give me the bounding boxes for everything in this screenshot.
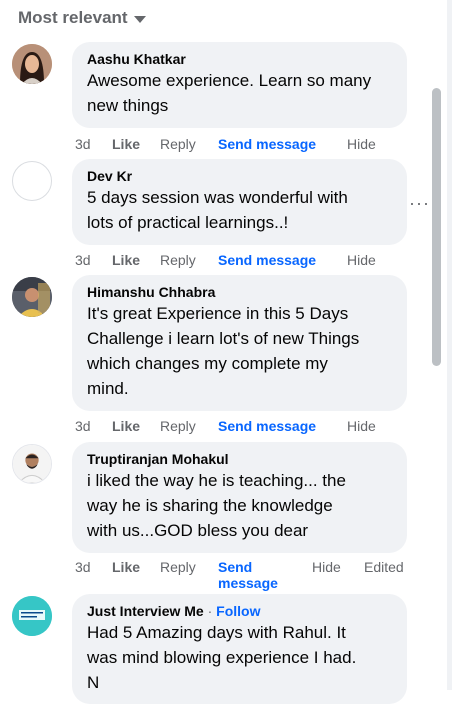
avatar[interactable] (12, 161, 52, 201)
reply-button[interactable]: Reply (160, 418, 196, 434)
like-button[interactable]: Like (112, 136, 140, 152)
edited-label: Edited (364, 559, 404, 575)
scrollbar-thumb[interactable] (432, 88, 441, 366)
like-button[interactable]: Like (112, 559, 140, 575)
hide-button[interactable]: Hide (347, 136, 376, 152)
comment-text-line: It's great Experience in this 5 Days (87, 304, 349, 323)
comment-text-line: Awesome experience. Learn so many (87, 71, 372, 90)
send-label-line: Send (218, 559, 253, 575)
comment-text-line: which changes my complete my (87, 354, 328, 373)
scroll-track (447, 0, 452, 690)
reply-button[interactable]: Reply (160, 559, 196, 575)
profile-photo-icon (12, 277, 52, 317)
hide-button[interactable]: Hide (347, 252, 376, 268)
reply-button[interactable]: Reply (160, 136, 196, 152)
avatar[interactable] (12, 596, 52, 636)
comment-text-line: way he is sharing the knowledge (87, 496, 333, 515)
like-button[interactable]: Like (112, 418, 140, 434)
commenter-name[interactable]: Truptiranjan Mohakul (87, 450, 393, 468)
more-options-icon[interactable]: ··· (409, 193, 430, 214)
commenter-name[interactable]: Just Interview Me (87, 603, 204, 619)
comment-bubble: Truptiranjan Mohakul i liked the way he … (72, 442, 407, 553)
avatar[interactable] (12, 444, 52, 484)
commenter-name[interactable]: Dev Kr (87, 167, 393, 185)
profile-photo-icon (12, 596, 52, 636)
send-message-button[interactable]: Send message (218, 136, 316, 152)
comment-text-line: N (87, 673, 100, 692)
commenter-name-row: Just Interview Me · Follow (87, 602, 393, 620)
send-message-button[interactable]: Send message (218, 252, 316, 268)
chevron-down-icon (133, 15, 146, 23)
comment-text-line: new things (87, 96, 169, 115)
timestamp[interactable]: 3d (75, 252, 91, 268)
sort-dropdown[interactable]: Most relevant (18, 8, 146, 28)
send-message-button[interactable]: Send message (218, 418, 316, 434)
commenter-name[interactable]: Himanshu Chhabra (87, 283, 393, 301)
comment-bubble: Dev Kr 5 days session was wonderful with… (72, 159, 407, 245)
separator-dot: · (207, 603, 213, 619)
profile-photo-icon (12, 44, 52, 84)
like-button[interactable]: Like (112, 252, 140, 268)
avatar[interactable] (12, 277, 52, 317)
timestamp[interactable]: 3d (75, 559, 91, 575)
comment-text-line: was mind blowing experience I had. (87, 648, 357, 667)
avatar[interactable] (12, 44, 52, 84)
commenter-name[interactable]: Aashu Khatkar (87, 50, 393, 68)
hide-button[interactable]: Hide (312, 559, 341, 575)
comment-bubble: Just Interview Me · Follow Had 5 Amazing… (72, 594, 407, 704)
profile-photo-icon (13, 445, 51, 483)
timestamp[interactable]: 3d (75, 418, 91, 434)
reply-button[interactable]: Reply (160, 252, 196, 268)
comment-text-line: 5 days session was wonderful with (87, 188, 348, 207)
comment-text-line: Challenge i learn lot's of new Things (87, 329, 360, 348)
comment-text-line: lots of practical learnings..! (87, 213, 289, 232)
send-label-line: message (218, 575, 278, 591)
hide-button[interactable]: Hide (347, 418, 376, 434)
comment-text-line: with us...GOD bless you dear (87, 521, 309, 540)
comment-text-line: mind. (87, 379, 129, 398)
timestamp[interactable]: 3d (75, 136, 91, 152)
sort-label: Most relevant (18, 8, 128, 27)
send-message-button[interactable]: Send message (218, 559, 278, 591)
comment-bubble: Aashu Khatkar Awesome experience. Learn … (72, 42, 407, 128)
comment-text-line: Had 5 Amazing days with Rahul. It (87, 623, 346, 642)
follow-button[interactable]: Follow (216, 603, 260, 619)
comment-text-line: i liked the way he is teaching... the (87, 471, 346, 490)
comment-bubble: Himanshu Chhabra It's great Experience i… (72, 275, 407, 411)
